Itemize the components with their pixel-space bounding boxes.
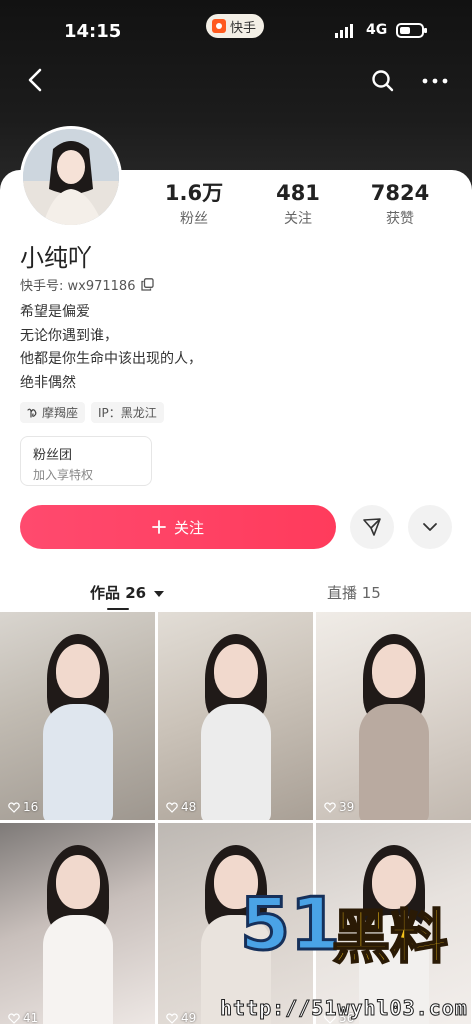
- tag-zodiac: 摩羯座: [20, 402, 86, 423]
- stat-value: 481: [276, 181, 320, 205]
- video-thumbnail[interactable]: 39: [316, 612, 471, 820]
- thumbnail-figure: [42, 915, 113, 1024]
- like-count: 48: [166, 800, 196, 814]
- profile-tags: 摩羯座 IP：黑龙江: [20, 402, 164, 423]
- fan-group-subtitle: 加入享特权: [33, 468, 94, 482]
- back-chevron-icon[interactable]: [22, 66, 50, 94]
- tab-works[interactable]: 作品 26: [90, 582, 165, 603]
- signal-icon: [335, 24, 353, 38]
- tab-label: 作品 26: [90, 584, 147, 602]
- like-count-value: 39: [339, 800, 355, 814]
- fan-group-title: 粉丝团: [33, 448, 73, 463]
- stat-following[interactable]: 481 关注: [248, 180, 348, 228]
- profile-stats: 1.6万 粉丝 481 关注 7824 获赞: [140, 180, 456, 228]
- fan-group-card[interactable]: 粉丝团 加入享特权: [20, 436, 152, 486]
- thumbnail-figure: [358, 704, 429, 820]
- heart-icon: [8, 801, 20, 813]
- follow-button[interactable]: 关注: [20, 505, 336, 549]
- stat-label: 关注: [284, 211, 312, 227]
- stat-fans[interactable]: 1.6万 粉丝: [144, 180, 244, 228]
- bio-line: 他都是你生命中该出现的人，: [20, 351, 202, 367]
- profile-bio: 希望是偏爱 无论你遇到谁， 他都是你生命中该出现的人， 绝非偶然: [20, 301, 202, 395]
- chevron-down-icon: [423, 523, 437, 531]
- video-thumbnail[interactable]: 48: [158, 612, 313, 820]
- heart-icon: [324, 801, 336, 813]
- content-tabs: 作品 26 直播 15: [0, 574, 472, 610]
- watermark-logo: 51 黑料: [238, 881, 460, 982]
- tab-indicator: [107, 608, 129, 610]
- tag-ip: IP：黑龙江: [91, 402, 164, 423]
- like-count-value: 48: [181, 800, 197, 814]
- expand-button[interactable]: [408, 505, 452, 549]
- thumbnail-figure: [42, 704, 113, 820]
- like-count: 41: [8, 1011, 38, 1024]
- like-count: 39: [324, 800, 354, 814]
- avatar-illustration-icon: [23, 129, 119, 225]
- like-count: 16: [8, 800, 38, 814]
- video-thumbnail[interactable]: 41: [0, 823, 155, 1024]
- stat-likes[interactable]: 7824 获赞: [350, 180, 450, 228]
- thumbnail-figure: [200, 704, 271, 820]
- avatar[interactable]: [20, 126, 122, 228]
- watermark-number: 51: [238, 881, 341, 968]
- more-dots-icon[interactable]: [420, 68, 450, 94]
- network-type: 4G: [366, 22, 388, 38]
- thumbnail-figure: [371, 644, 416, 698]
- bio-line: 希望是偏爱: [20, 304, 90, 320]
- stat-label: 粉丝: [180, 211, 208, 227]
- thumbnail-figure: [55, 855, 100, 909]
- status-bar: 14:15 快手 4G: [0, 0, 472, 64]
- stat-label: 获赞: [386, 211, 414, 227]
- watermark-url: http://51wyhl03.com: [220, 996, 468, 1021]
- like-count: 49: [166, 1011, 196, 1024]
- like-count-value: 41: [23, 1011, 39, 1024]
- video-thumbnail[interactable]: 16: [0, 612, 155, 820]
- battery-icon: [396, 23, 427, 38]
- heart-icon: [8, 1012, 20, 1024]
- like-count-value: 49: [181, 1011, 197, 1024]
- watermark-text: 黑料: [331, 902, 449, 972]
- like-count-value: 16: [23, 800, 39, 814]
- search-icon[interactable]: [370, 68, 396, 94]
- tab-live[interactable]: 直播 15: [327, 582, 381, 603]
- plus-icon: [152, 520, 166, 534]
- stat-value: 7824: [370, 181, 430, 205]
- profile-name: 小纯吖: [20, 244, 92, 272]
- thumbnail-figure: [213, 644, 258, 698]
- app-indicator-pill[interactable]: 快手: [206, 14, 265, 38]
- heart-icon: [166, 1012, 178, 1024]
- tag-label: IP：黑龙江: [98, 406, 157, 420]
- app-name: 快手: [230, 20, 257, 36]
- thumbnail-figure: [55, 644, 100, 698]
- status-time: 14:15: [64, 21, 122, 42]
- stat-value: 1.6万: [164, 181, 224, 205]
- capricorn-icon: [27, 408, 37, 418]
- caret-down-icon: [154, 591, 165, 597]
- bio-line: 无论你遇到谁，: [20, 327, 118, 344]
- send-icon: [363, 518, 381, 536]
- tag-label: 摩羯座: [42, 406, 79, 420]
- kuaishou-id: 快手号: wx971186: [20, 279, 136, 294]
- share-button[interactable]: [350, 505, 394, 549]
- follow-label: 关注: [173, 518, 204, 537]
- kuaishou-id-row[interactable]: 快手号: wx971186: [20, 275, 155, 294]
- heart-icon: [166, 801, 178, 813]
- bio-line: 绝非偶然: [20, 374, 76, 391]
- copy-icon[interactable]: [141, 278, 155, 291]
- kuaishou-logo-icon: [212, 19, 226, 33]
